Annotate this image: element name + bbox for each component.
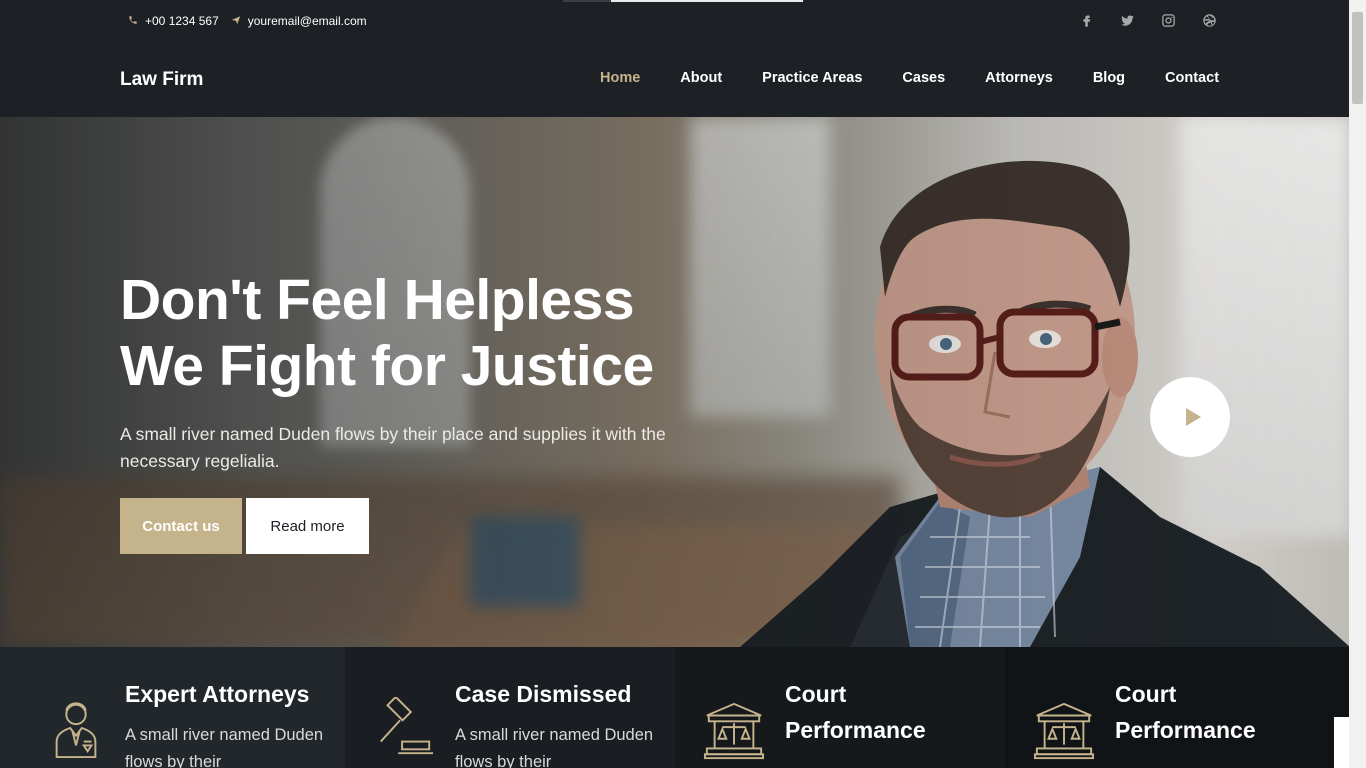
navbar: Law Firm Home About Practice Areas Cases… (0, 42, 1349, 117)
court-icon (1033, 700, 1095, 762)
phone-info: +00 1234 567 (128, 14, 219, 28)
feature-title: Expert Attorneys (125, 681, 310, 707)
vertical-scrollbar[interactable] (1349, 0, 1366, 768)
brand-logo[interactable]: Law Firm (120, 69, 203, 91)
play-icon (1186, 408, 1201, 426)
nav-item-blog[interactable]: Blog (1093, 70, 1125, 86)
feature-card: Court Performance (675, 647, 1005, 768)
hero-text: A small river named Duden flows by their… (120, 424, 666, 471)
email-info: youremail@email.com (231, 14, 367, 28)
instagram-icon[interactable] (1160, 11, 1176, 29)
attorney-icon (45, 697, 107, 759)
dribbble-icon[interactable] (1201, 11, 1217, 29)
page-edge (1334, 647, 1349, 717)
feature-title: Court Performance (785, 681, 926, 743)
phone-number: +00 1234 567 (145, 14, 219, 28)
twitter-icon[interactable] (1119, 11, 1135, 29)
hero-title-line: Don't Feel Helpless (120, 268, 635, 332)
top-bar: +00 1234 567 youremail@email.com (0, 0, 1349, 42)
feature-title: Court Performance (1115, 681, 1256, 743)
contact-info: +00 1234 567 youremail@email.com (128, 14, 367, 28)
play-video-button[interactable] (1150, 377, 1230, 457)
send-icon (231, 14, 241, 28)
feature-card: Case Dismissed A small river named Duden… (345, 647, 675, 768)
read-more-button[interactable]: Read more (246, 498, 369, 554)
court-icon (703, 700, 765, 762)
social-links (1078, 11, 1217, 29)
email-address: youremail@email.com (247, 14, 367, 28)
nav-item-about[interactable]: About (680, 70, 722, 86)
feature-card: Expert Attorneys A small river named Dud… (0, 647, 345, 768)
feature-text: A small river named Duden flows by their (455, 726, 654, 768)
hero-title-line: We Fight for Justice (120, 334, 654, 398)
feature-title: Case Dismissed (455, 681, 632, 707)
main-menu: Home About Practice Areas Cases Attorney… (600, 70, 1219, 86)
contact-us-button[interactable]: Contact us (120, 498, 242, 554)
nav-item-practice-areas[interactable]: Practice Areas (762, 70, 862, 86)
gavel-icon (373, 695, 435, 759)
nav-item-contact[interactable]: Contact (1165, 70, 1219, 86)
features-section: Expert Attorneys A small river named Dud… (0, 647, 1334, 768)
nav-item-cases[interactable]: Cases (902, 70, 945, 86)
nav-item-attorneys[interactable]: Attorneys (985, 70, 1053, 86)
hero-title: Don't Feel Helpless We Fight for Justice (120, 267, 654, 399)
page-edge (1334, 717, 1349, 768)
browser-tab-indicator (563, 0, 803, 2)
feature-text: A small river named Duden flows by their (125, 726, 324, 768)
hero-section: Don't Feel Helpless We Fight for Justice… (0, 117, 1349, 647)
nav-item-home[interactable]: Home (600, 70, 640, 86)
phone-icon (128, 14, 138, 28)
feature-card: Court Performance (1005, 647, 1334, 768)
scrollbar-thumb[interactable] (1352, 12, 1363, 104)
facebook-icon[interactable] (1078, 11, 1094, 29)
